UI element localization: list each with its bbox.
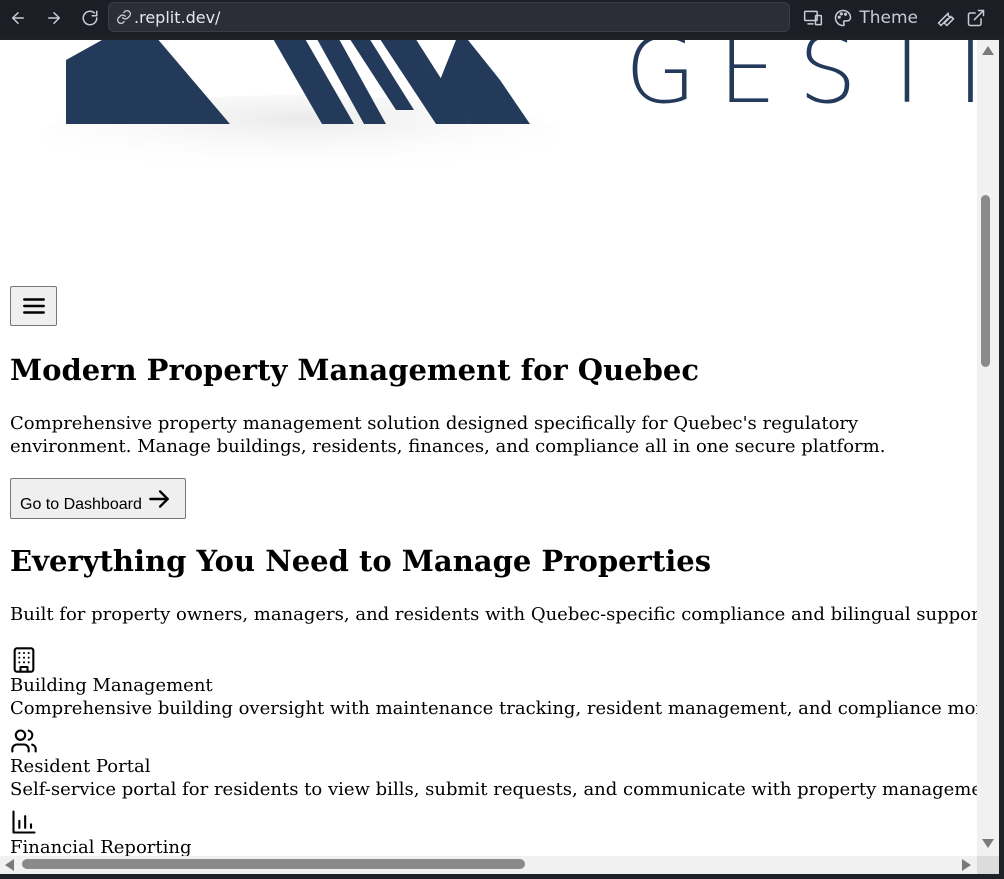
vertical-scroll-thumb[interactable] <box>981 195 990 367</box>
building-icon <box>13 647 35 673</box>
features-description: Built for property owners, managers, and… <box>10 604 977 625</box>
users-icon <box>11 729 37 753</box>
feature-item: Building Management Comprehensive buildi… <box>10 646 977 720</box>
hamburger-icon <box>22 298 45 314</box>
scroll-left-icon[interactable] <box>5 859 14 871</box>
url-text: .replit.dev/ <box>134 7 221 27</box>
hero-description: Comprehensive property management soluti… <box>10 413 886 457</box>
scroll-right-icon[interactable] <box>962 859 971 871</box>
wrench-icon[interactable] <box>936 8 956 28</box>
menu-button[interactable] <box>10 286 57 326</box>
feature-item: Financial Reporting <box>10 808 970 856</box>
feature-title: Financial Reporting <box>10 837 192 856</box>
devices-icon[interactable] <box>803 8 823 28</box>
go-to-dashboard-button[interactable]: Go to Dashboard <box>10 478 186 519</box>
page-viewport: GESTI Modern Property Management for Que… <box>0 40 977 856</box>
address-bar[interactable]: .replit.dev/ <box>108 2 790 32</box>
palette-icon[interactable] <box>833 8 853 28</box>
browser-toolbar: .replit.dev/ Theme <box>0 0 1004 36</box>
feature-item: Resident Portal Self-service portal for … <box>10 727 977 801</box>
feature-description: Comprehensive building oversight with ma… <box>10 698 977 719</box>
link-icon <box>117 10 131 24</box>
horizontal-scroll-thumb[interactable] <box>22 859 525 869</box>
feature-description: Self-service portal for residents to vie… <box>10 779 977 800</box>
scroll-down-icon[interactable] <box>982 839 994 848</box>
back-icon[interactable] <box>0 0 36 36</box>
window-frame <box>999 36 1004 879</box>
browser-tools: Theme <box>803 0 986 36</box>
feature-title: Resident Portal <box>10 756 151 777</box>
company-logo: GESTI <box>40 40 977 175</box>
bar-chart-icon <box>12 810 36 834</box>
arrow-right-icon <box>149 490 169 508</box>
scrollbar-corner <box>977 856 999 874</box>
window-frame <box>0 874 1004 879</box>
feature-title: Building Management <box>10 675 213 696</box>
logo-banner: GESTI <box>0 40 977 275</box>
vertical-scrollbar[interactable] <box>977 40 999 856</box>
forward-icon[interactable] <box>36 0 72 36</box>
scroll-up-icon[interactable] <box>982 46 994 55</box>
horizontal-scrollbar[interactable] <box>0 856 977 874</box>
hero-title: Modern Property Management for Quebec <box>10 353 699 387</box>
theme-button[interactable]: Theme <box>859 8 918 28</box>
features-title: Everything You Need to Manage Properties <box>10 544 712 578</box>
dashboard-button-label: Go to Dashboard <box>20 496 142 513</box>
logo-wordmark: GESTI <box>625 40 977 124</box>
external-link-icon[interactable] <box>966 8 986 28</box>
reload-icon[interactable] <box>72 0 108 36</box>
